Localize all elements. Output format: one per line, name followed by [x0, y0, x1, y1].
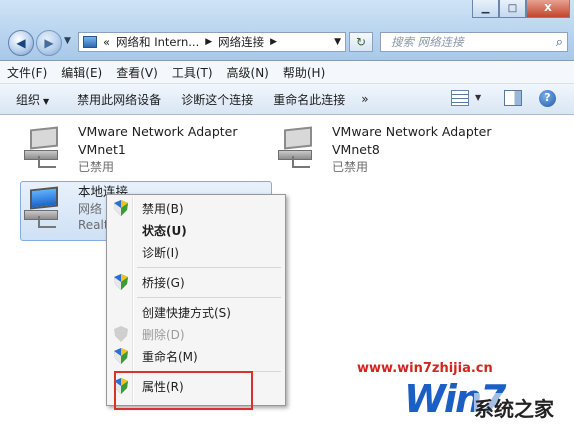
refresh-button[interactable]: ↻ — [349, 32, 373, 52]
menu-item-label: 诊断(I) — [142, 246, 179, 260]
menu-separator — [137, 267, 281, 268]
address-bar[interactable]: « 网络和 Intern... ▶ 网络连接 ▶ ▼ — [78, 32, 346, 52]
forward-arrow-icon: ▶ — [44, 36, 54, 50]
menu-item-label: 创建快捷方式(S) — [142, 306, 231, 320]
menu-item-delete: 删除(D) — [109, 323, 283, 345]
menu-item-label: 桥接(G) — [142, 276, 185, 290]
adapter-name: VMware Network Adapter — [78, 124, 238, 139]
menu-advanced[interactable]: 高级(N) — [220, 64, 276, 81]
search-icon[interactable]: ⌕ — [556, 34, 563, 52]
chevron-right-icon[interactable]: ▶ — [205, 37, 212, 47]
refresh-icon: ↻ — [355, 35, 367, 49]
view-dropdown-icon[interactable]: ▼ — [475, 93, 481, 102]
adapter-subname: VMnet1 — [78, 142, 126, 157]
watermark-site-name: 系统之家 — [474, 393, 554, 422]
adapter-status: 已禁用 — [332, 160, 369, 174]
uac-shield-icon — [114, 274, 128, 290]
menu-file[interactable]: 文件(F) — [0, 64, 54, 81]
adapter-status: 已禁用 — [78, 160, 115, 174]
command-bar: 组织 ▼ 禁用此网络设备 诊断这个连接 重命名此连接 » — [0, 84, 574, 115]
menu-item-status[interactable]: 状态(U) — [109, 219, 283, 241]
adapter-subname: VMnet8 — [332, 142, 380, 157]
chevron-right-icon[interactable]: ▶ — [270, 37, 277, 47]
address-dropdown-icon[interactable]: ▼ — [334, 37, 341, 47]
organize-label: 组织 — [16, 92, 41, 107]
menu-item-disable[interactable]: 禁用(B) — [109, 197, 283, 219]
menu-bar: 文件(F) 编辑(E) 查看(V) 工具(T) 高级(N) 帮助(H) — [0, 61, 574, 84]
forward-button[interactable]: ▶ — [36, 30, 62, 56]
network-folder-icon — [83, 36, 97, 48]
uac-shield-icon — [114, 200, 128, 216]
recent-pages-dropdown[interactable]: ▼ — [64, 36, 71, 46]
network-adapter-icon[interactable] — [24, 186, 62, 228]
preview-pane-icon[interactable] — [504, 90, 522, 106]
change-view-icon[interactable] — [451, 90, 469, 106]
menu-item-create-shortcut[interactable]: 创建快捷方式(S) — [109, 301, 283, 323]
menu-help[interactable]: 帮助(H) — [276, 64, 332, 81]
network-adapter-icon[interactable] — [24, 126, 62, 168]
search-input[interactable]: 搜索 网络连接 ⌕ — [380, 32, 568, 52]
back-button[interactable]: ◀ — [8, 30, 34, 56]
menu-item-diagnose[interactable]: 诊断(I) — [109, 241, 283, 263]
close-button[interactable]: X — [526, 0, 570, 18]
breadcrumb-network-internet[interactable]: 网络和 Intern... — [116, 34, 199, 50]
back-arrow-icon: ◀ — [16, 36, 26, 50]
menu-item-label: 状态(U) — [142, 224, 187, 238]
highlight-box — [114, 371, 253, 410]
disable-device-button[interactable]: 禁用此网络设备 — [59, 91, 171, 108]
menu-tools[interactable]: 工具(T) — [165, 64, 220, 81]
network-adapter-icon[interactable] — [278, 126, 316, 168]
menu-item-label: 删除(D) — [142, 328, 185, 342]
menu-view[interactable]: 查看(V) — [109, 64, 165, 81]
menu-edit[interactable]: 编辑(E) — [54, 64, 109, 81]
adapter-vmnet8[interactable]: VMware Network Adapter VMnet8 已禁用 — [332, 123, 492, 175]
menu-item-bridge[interactable]: 桥接(G) — [109, 271, 283, 293]
menu-item-rename[interactable]: 重命名(M) — [109, 345, 283, 367]
menu-item-label: 禁用(B) — [142, 202, 184, 216]
window-controls: ▁ □ X — [472, 0, 570, 18]
title-bar: ▁ □ X ◀ ▶ ▼ « 网络和 Intern... ▶ 网络连接 ▶ ▼ ↻… — [0, 0, 574, 61]
more-commands-button[interactable]: » — [355, 92, 378, 106]
chevron-down-icon: ▼ — [43, 96, 50, 106]
search-placeholder: 搜索 网络连接 — [391, 35, 464, 49]
watermark-logo: Win7 系统之家 — [404, 377, 574, 437]
rename-button[interactable]: 重命名此连接 — [263, 91, 355, 108]
breadcrumb-network-connections[interactable]: 网络连接 — [218, 34, 264, 50]
address-overflow[interactable]: « — [103, 35, 110, 49]
uac-shield-icon — [114, 348, 128, 364]
uac-shield-icon — [114, 326, 128, 342]
minimize-button[interactable]: ▁ — [472, 0, 499, 18]
organize-button[interactable]: 组织 ▼ — [0, 91, 59, 108]
maximize-button[interactable]: □ — [499, 0, 526, 18]
diagnose-button[interactable]: 诊断这个连接 — [171, 91, 263, 108]
help-icon[interactable]: ? — [539, 90, 556, 107]
adapter-vmnet1[interactable]: VMware Network Adapter VMnet1 已禁用 — [78, 123, 238, 175]
watermark-url: www.win7zhijia.cn — [357, 361, 493, 376]
adapter-name: VMware Network Adapter — [332, 124, 492, 139]
menu-item-label: 重命名(M) — [142, 350, 198, 364]
menu-separator — [137, 297, 281, 298]
